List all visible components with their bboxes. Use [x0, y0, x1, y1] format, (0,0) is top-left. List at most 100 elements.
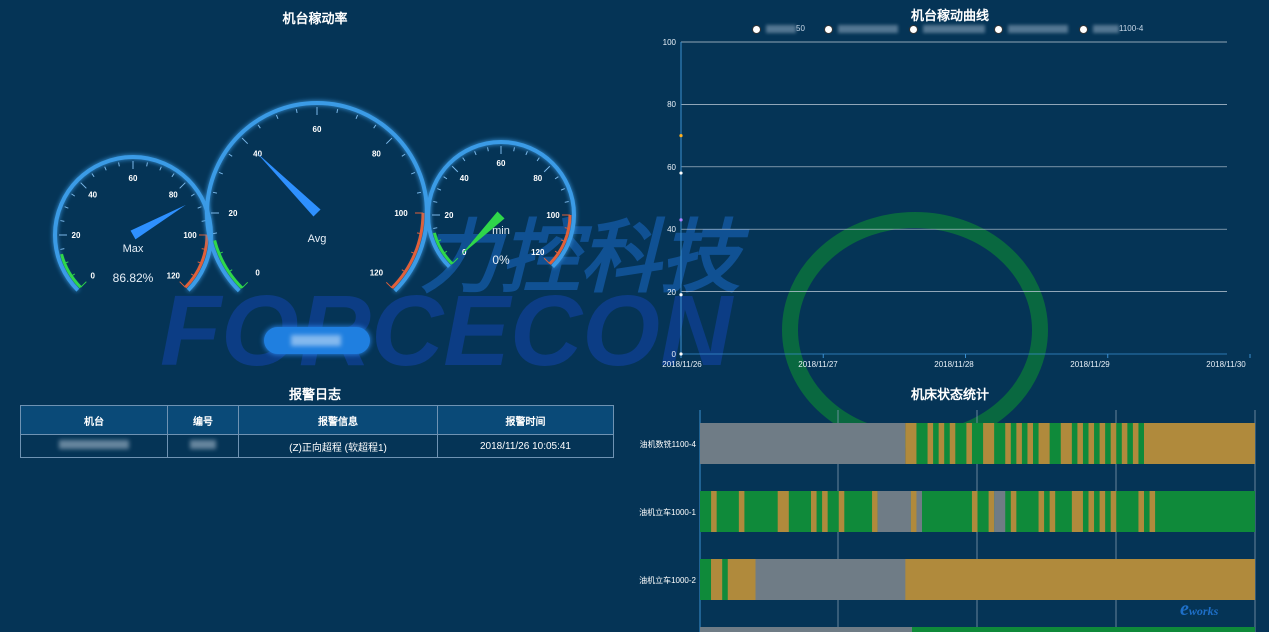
status-segment-idle[interactable]	[877, 491, 911, 532]
gauge-tick-label: 80	[533, 174, 542, 183]
status-segment-alarm[interactable]	[1088, 491, 1095, 532]
legend-label-1: 50	[796, 24, 805, 33]
x-tick-label: 2018/11/26	[662, 360, 702, 369]
status-segment-run[interactable]	[1010, 423, 1017, 464]
status-segment-alarm[interactable]	[1071, 491, 1083, 532]
status-segment-alarm[interactable]	[838, 491, 845, 532]
legend-label-5: 1100-4	[1119, 24, 1144, 33]
eworks-logo: eworks	[1180, 598, 1219, 620]
status-segment-run[interactable]	[944, 423, 950, 464]
legend-dot	[824, 25, 833, 34]
data-point[interactable]	[679, 218, 683, 222]
gauge-tick	[433, 201, 438, 203]
status-segment-run[interactable]	[912, 627, 1255, 632]
status-segment-run[interactable]	[1116, 423, 1122, 464]
status-segment-run[interactable]	[994, 423, 1006, 464]
status-segment-alarm[interactable]	[777, 491, 789, 532]
cell-alarm-info: (Z)正向超程 (软超程1)	[238, 434, 438, 458]
status-segment-run[interactable]	[1138, 423, 1144, 464]
col-machine: 机台	[20, 405, 168, 435]
y-tick-label: 60	[667, 163, 676, 172]
gauge-tick-label: 20	[72, 231, 81, 240]
status-segment-alarm[interactable]	[1038, 491, 1045, 532]
status-segment-alarm[interactable]	[988, 491, 995, 532]
status-segment-run[interactable]	[1127, 423, 1133, 464]
status-segment-run[interactable]	[955, 423, 967, 464]
status-segment-run[interactable]	[700, 559, 712, 600]
status-segment-run[interactable]	[1049, 423, 1061, 464]
status-segment-idle[interactable]	[994, 491, 1006, 532]
gauge-tick-label: 60	[497, 159, 506, 168]
status-segment-alarm[interactable]	[872, 491, 878, 532]
status-segment-alarm[interactable]	[700, 559, 1255, 600]
status-segment-alarm[interactable]	[1049, 491, 1056, 532]
legend-item[interactable]: 1100-4	[1079, 24, 1161, 36]
gauge-tick	[80, 281, 87, 288]
table-row[interactable]: (Z)正向超程 (软超程1) 2018/11/26 10:05:41	[20, 434, 614, 458]
status-segment-run[interactable]	[722, 559, 728, 600]
gauge-tick	[118, 162, 120, 167]
status-segment-run[interactable]	[1082, 423, 1089, 464]
status-segment-run[interactable]	[1094, 423, 1100, 464]
status-row-label: 油机数铣1100-4	[639, 440, 696, 449]
legend-dot	[1079, 25, 1088, 34]
status-segment-alarm[interactable]	[905, 423, 1255, 464]
legend-item[interactable]	[909, 24, 989, 36]
gauge-max-label: Max	[122, 243, 144, 255]
legend-dot	[994, 25, 1003, 34]
data-point[interactable]	[679, 134, 683, 138]
gauge-tick	[218, 171, 223, 175]
status-segment-run[interactable]	[700, 491, 1255, 532]
status-segment-idle[interactable]	[755, 559, 906, 600]
alarm-header-row: 机台 编号 报警信息 报警时间	[20, 405, 614, 435]
x-tick-label: 2018/11/27	[798, 360, 838, 369]
status-segment-idle[interactable]	[910, 491, 922, 532]
legend-item[interactable]	[824, 24, 904, 36]
status-segment-run[interactable]	[977, 423, 984, 464]
status-segment-idle[interactable]	[700, 627, 1255, 632]
status-segment-alarm[interactable]	[1110, 491, 1117, 532]
data-point[interactable]	[679, 293, 683, 297]
status-segment-alarm[interactable]	[971, 491, 978, 532]
gauge-tick	[513, 147, 515, 152]
status-segment-alarm[interactable]	[822, 491, 828, 532]
machine-select-button[interactable]	[264, 327, 370, 354]
x-tick-label: 2018/11/30	[1206, 360, 1246, 369]
status-segment-run[interactable]	[977, 423, 984, 464]
data-point[interactable]	[679, 352, 683, 356]
status-segment-alarm[interactable]	[1010, 491, 1017, 532]
status-segment-alarm[interactable]	[910, 491, 917, 532]
gauge-tick	[462, 157, 466, 162]
gauges: 0204060801001200204060801001200204060801…	[53, 101, 576, 293]
col-alarm-time: 报警时间	[437, 405, 614, 435]
col-number: 编号	[167, 405, 239, 435]
status-segment-alarm[interactable]	[711, 559, 723, 600]
legend-item[interactable]: 50	[752, 24, 822, 36]
status-segment-run[interactable]	[1071, 423, 1078, 464]
status-segment-run[interactable]	[916, 423, 928, 464]
status-row-label: 油机立车1000-2	[639, 576, 696, 585]
status-segment-run[interactable]	[1105, 423, 1111, 464]
data-point[interactable]	[679, 171, 683, 175]
status-segment-run[interactable]	[933, 423, 939, 464]
status-segment-alarm[interactable]	[1138, 491, 1144, 532]
gauge-tick	[525, 151, 528, 156]
gauge-tick	[564, 201, 569, 203]
status-segment-run[interactable]	[1021, 423, 1028, 464]
status-bar-row	[700, 491, 1255, 532]
status-segment-alarm[interactable]	[711, 491, 717, 532]
status-segment-run[interactable]	[971, 423, 978, 464]
status-segment-alarm[interactable]	[1099, 491, 1106, 532]
x-tick-label: 2018/11/29	[1070, 360, 1110, 369]
legend-item[interactable]	[994, 24, 1074, 36]
gauge-tick-label: 0	[255, 268, 260, 277]
gauge-tick	[487, 147, 489, 152]
status-segment-alarm[interactable]	[811, 491, 817, 532]
gauge-tick-label: 120	[531, 248, 545, 257]
status-segment-alarm[interactable]	[738, 491, 745, 532]
status-segment-alarm[interactable]	[1149, 491, 1156, 532]
status-segment-run[interactable]	[1033, 423, 1039, 464]
status-segment-idle[interactable]	[700, 423, 906, 464]
gauge-tick	[104, 166, 107, 171]
gauge-tick	[543, 257, 551, 265]
